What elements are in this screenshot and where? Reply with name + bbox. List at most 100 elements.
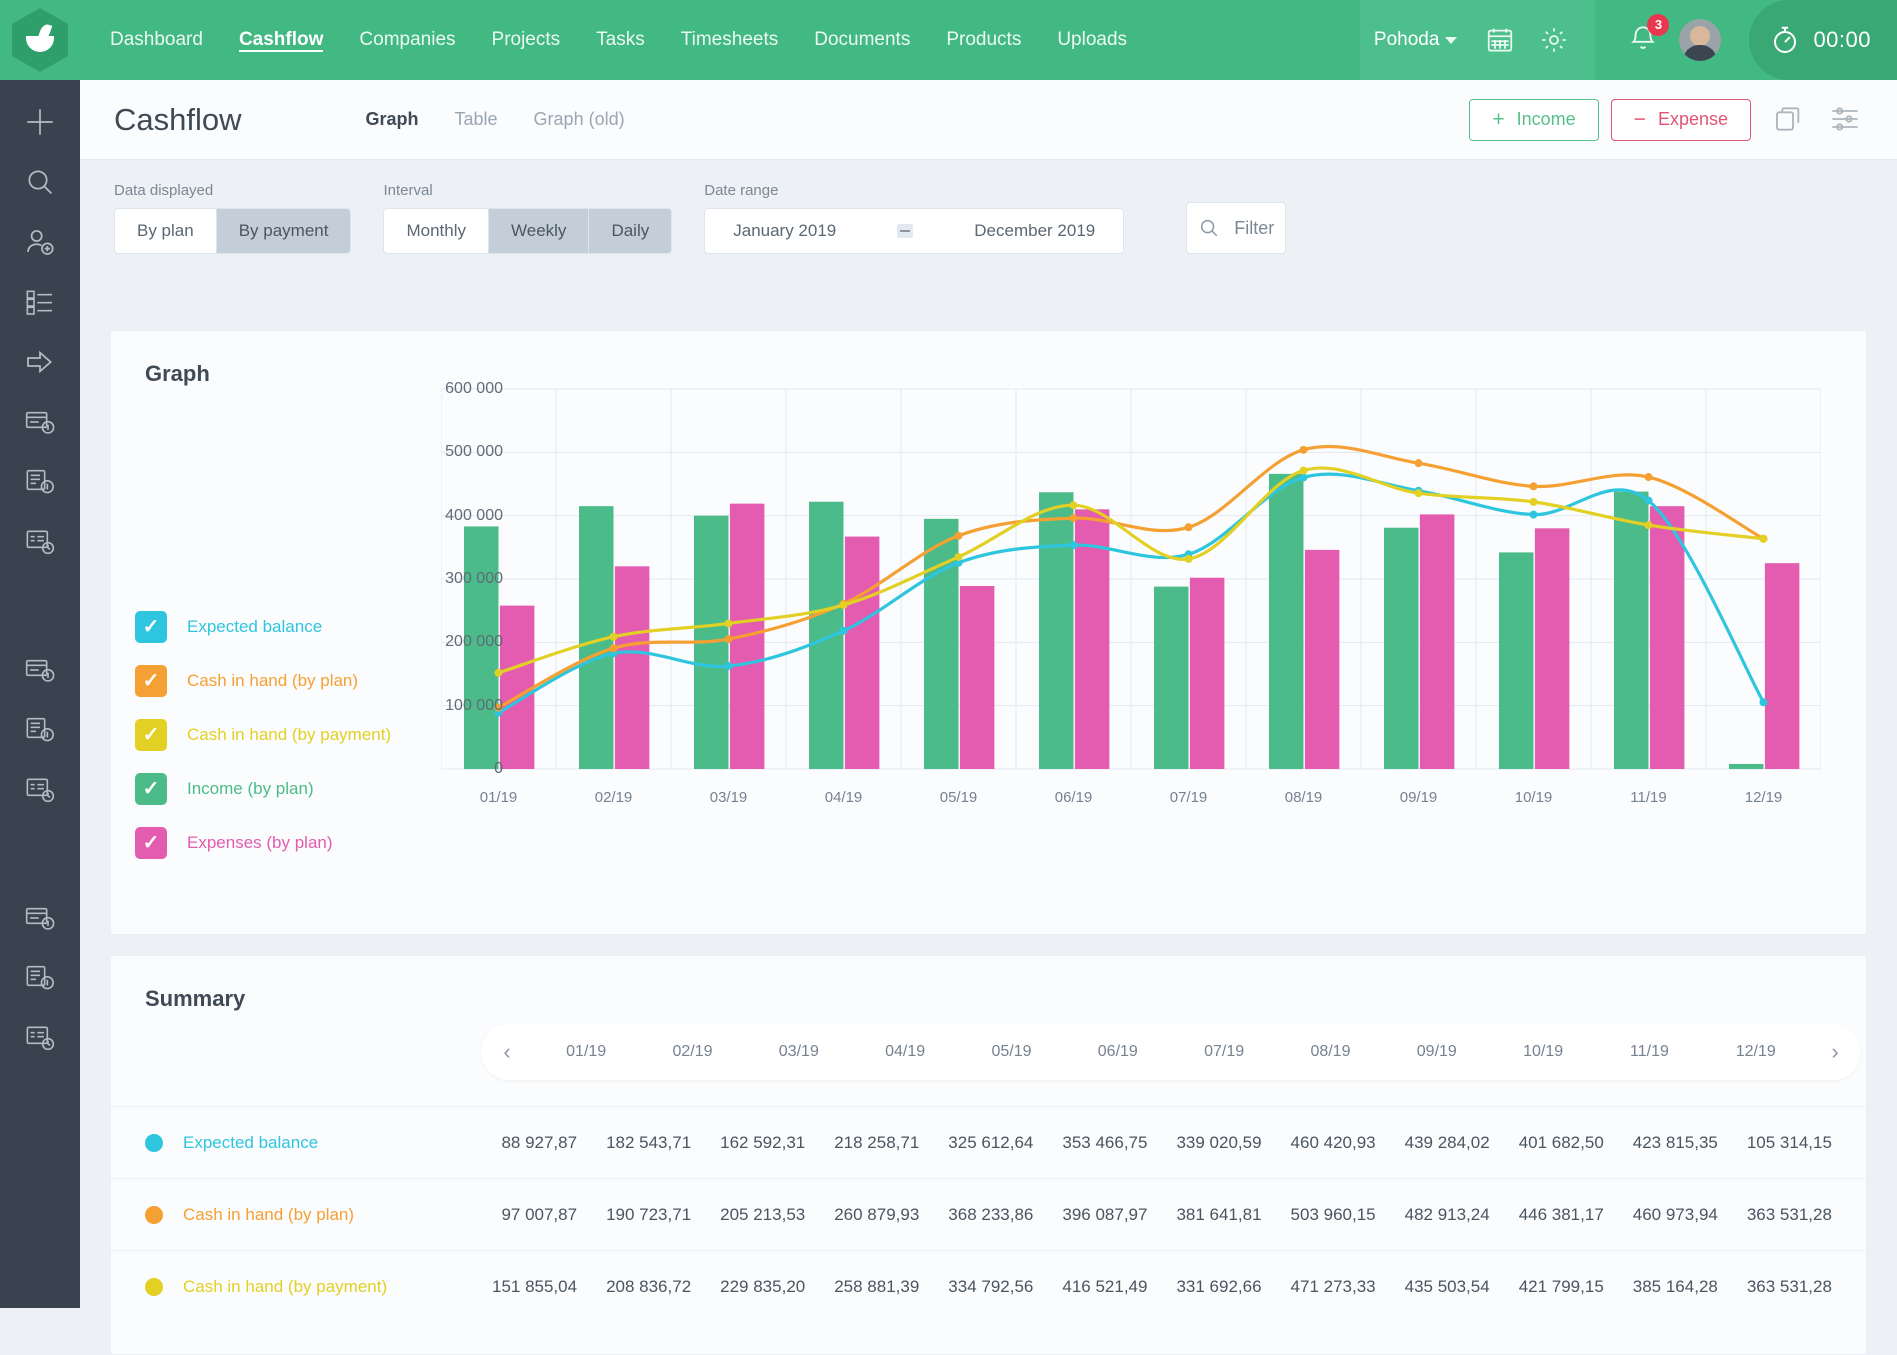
copy-icon[interactable] (1773, 103, 1807, 137)
checklist-icon[interactable] (18, 280, 62, 324)
invoice-card-icon-2[interactable] (18, 648, 62, 692)
document-alert-icon-3[interactable] (18, 956, 62, 1000)
date-range-picker[interactable]: January 2019 December 2019 (704, 208, 1124, 254)
filter-bar: Data displayed By planBy payment Interva… (80, 160, 1897, 272)
document-clock-icon-3[interactable] (18, 1016, 62, 1060)
legend-item-income-by-plan-[interactable]: ✓ Income (by plan) (135, 773, 391, 805)
gear-icon[interactable] (1537, 23, 1571, 57)
legend-item-expected-balance[interactable]: ✓ Expected balance (135, 611, 391, 643)
date-range-from[interactable]: January 2019 (733, 221, 836, 241)
invoice-card-icon-3[interactable] (18, 896, 62, 940)
summary-month-header[interactable]: 03/19 (746, 1043, 852, 1061)
nav-item-timesheets[interactable]: Timesheets (663, 0, 797, 80)
legend-item-expenses-by-plan-[interactable]: ✓Expenses (by plan) (135, 827, 391, 859)
add-expense-button[interactable]: − Expense (1611, 99, 1751, 141)
chart-point (725, 635, 733, 643)
legend-checkbox-icon[interactable]: ✓ (135, 719, 167, 751)
chart-point (1070, 541, 1078, 549)
document-alert-icon-2[interactable] (18, 708, 62, 752)
calendar-icon[interactable] (1483, 23, 1517, 57)
summary-month-header[interactable]: 05/19 (958, 1043, 1064, 1061)
settings-sliders-icon[interactable] (1829, 103, 1863, 137)
y-axis-tick-label: 200 000 (445, 633, 503, 651)
legend-item-cash-in-hand-by-payment-[interactable]: ✓Cash in hand (by payment) (135, 719, 391, 751)
date-range-to[interactable]: December 2019 (974, 221, 1095, 241)
summary-month-header[interactable]: 09/19 (1384, 1043, 1490, 1061)
date-range-separator-icon (897, 224, 913, 238)
legend-checkbox-icon[interactable]: ✓ (135, 773, 167, 805)
app-logo-icon[interactable] (12, 8, 68, 72)
next-month-button[interactable]: › (1809, 1039, 1861, 1065)
legend-checkbox-icon[interactable]: ✓ (135, 665, 167, 697)
interval-option-weekly[interactable]: Weekly (489, 209, 589, 253)
company-name[interactable]: Pohoda (1374, 29, 1440, 51)
y-axis-tick-label: 600 000 (445, 380, 503, 398)
table-cell: 401 682,50 (1490, 1133, 1604, 1153)
filter-button[interactable]: Filter (1186, 202, 1286, 254)
nav-item-companies[interactable]: Companies (341, 0, 473, 80)
summary-month-header[interactable]: 10/19 (1490, 1043, 1596, 1061)
summary-month-header[interactable]: 07/19 (1171, 1043, 1277, 1061)
chevron-down-icon[interactable] (1445, 37, 1457, 44)
nav-item-tasks[interactable]: Tasks (578, 0, 663, 80)
notifications-button[interactable]: 3 (1627, 22, 1659, 59)
nav-item-documents[interactable]: Documents (796, 0, 928, 80)
chart-bar (1535, 528, 1570, 769)
table-cell: 325 612,64 (919, 1133, 1033, 1153)
nav-item-uploads[interactable]: Uploads (1039, 0, 1145, 80)
tab-graph-old-[interactable]: Graph (old) (516, 109, 643, 130)
table-row: Cash in hand (by payment)151 855,04208 8… (111, 1250, 1868, 1322)
invoice-card-icon[interactable] (18, 400, 62, 444)
summary-month-header[interactable]: 08/19 (1277, 1043, 1383, 1061)
chart-bar (924, 519, 959, 769)
legend-label: Expected balance (187, 617, 322, 637)
data-displayed-option-by-payment[interactable]: By payment (217, 209, 351, 253)
legend-checkbox-icon[interactable]: ✓ (135, 611, 167, 643)
tab-table[interactable]: Table (437, 109, 516, 130)
document-clock-icon-2[interactable] (18, 768, 62, 812)
summary-month-header[interactable]: 04/19 (852, 1043, 958, 1061)
tab-graph[interactable]: Graph (348, 109, 437, 130)
summary-month-header[interactable]: 01/19 (533, 1043, 639, 1061)
nav-item-cashflow[interactable]: Cashflow (221, 0, 341, 80)
chart-bar (1269, 474, 1304, 769)
legend-label: Cash in hand (by plan) (187, 671, 358, 691)
chart-bar (809, 502, 844, 769)
legend-label: Income (by plan) (187, 779, 314, 799)
chart-bar (1614, 492, 1649, 769)
arrow-right-icon[interactable] (18, 340, 62, 384)
legend-checkbox-icon[interactable]: ✓ (135, 827, 167, 859)
timer-widget[interactable]: 00:00 (1749, 0, 1897, 80)
series-name: Cash in hand (by plan) (183, 1205, 463, 1225)
add-user-icon[interactable] (18, 220, 62, 264)
add-icon[interactable] (18, 100, 62, 144)
series-color-dot (145, 1206, 163, 1224)
data-displayed-option-by-plan[interactable]: By plan (115, 209, 217, 253)
chart-bar (1190, 578, 1225, 769)
chart-point (840, 627, 848, 635)
add-income-button[interactable]: + Income (1469, 99, 1598, 141)
y-axis-tick-label: 500 000 (445, 443, 503, 461)
interval-label: Interval (383, 182, 672, 199)
summary-month-header[interactable]: 12/19 (1703, 1043, 1809, 1061)
prev-month-button[interactable]: ‹ (481, 1039, 533, 1065)
page-title: Cashflow (114, 102, 242, 138)
table-cell: 446 381,17 (1490, 1205, 1604, 1225)
nav-item-products[interactable]: Products (928, 0, 1039, 80)
chart-point (1415, 459, 1423, 467)
interval-option-monthly[interactable]: Monthly (384, 209, 489, 253)
user-avatar[interactable] (1679, 19, 1721, 61)
document-clock-icon[interactable] (18, 520, 62, 564)
series-values: 151 855,04208 836,72229 835,20258 881,39… (463, 1277, 1868, 1297)
nav-item-dashboard[interactable]: Dashboard (92, 0, 221, 80)
main-nav: DashboardCashflowCompaniesProjectsTasksT… (92, 0, 1145, 80)
summary-month-header[interactable]: 02/19 (639, 1043, 745, 1061)
table-cell: 368 233,86 (919, 1205, 1033, 1225)
legend-item-cash-in-hand-by-plan-[interactable]: ✓ Cash in hand (by plan) (135, 665, 391, 697)
document-alert-icon[interactable] (18, 460, 62, 504)
search-icon[interactable] (18, 160, 62, 204)
summary-month-header[interactable]: 11/19 (1596, 1043, 1702, 1061)
summary-month-header[interactable]: 06/19 (1065, 1043, 1171, 1061)
nav-item-projects[interactable]: Projects (474, 0, 579, 80)
interval-option-daily[interactable]: Daily (589, 209, 671, 253)
